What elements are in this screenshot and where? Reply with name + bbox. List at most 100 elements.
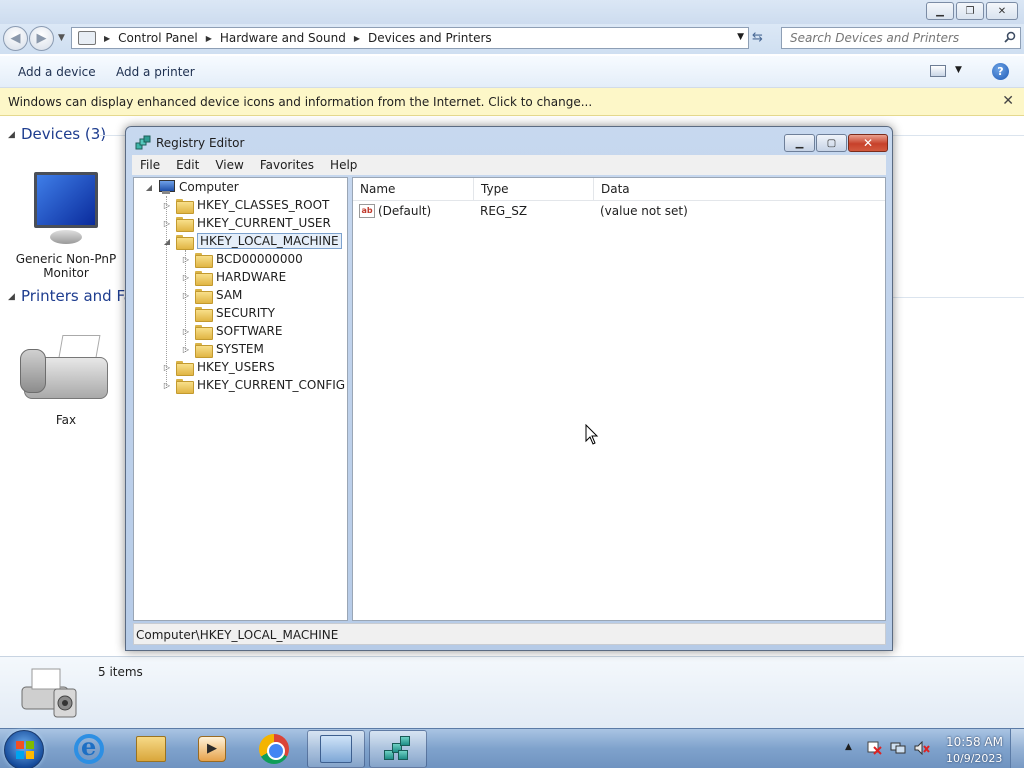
column-header-data[interactable]: Data bbox=[594, 178, 884, 200]
tree-node-bcd00000000[interactable]: ▷ BCD00000000 bbox=[181, 250, 303, 268]
menu-edit[interactable]: Edit bbox=[168, 158, 207, 172]
collapse-arrow-icon[interactable]: ◢ bbox=[144, 183, 154, 192]
tree-node-hardware[interactable]: ▷ HARDWARE bbox=[181, 268, 286, 286]
search-input[interactable] bbox=[790, 31, 990, 45]
clock-date[interactable]: 10/9/2023 bbox=[946, 752, 1002, 765]
search-icon[interactable] bbox=[1004, 31, 1016, 43]
minimize-button[interactable]: ▁ bbox=[784, 134, 815, 152]
tree-node-label: SAM bbox=[216, 288, 243, 302]
breadcrumb-separator-icon[interactable]: ▶ bbox=[206, 34, 212, 43]
folder-icon bbox=[136, 736, 166, 762]
computer-icon bbox=[158, 180, 175, 194]
minimize-button[interactable]: ▁ bbox=[926, 2, 954, 20]
taskbar-control-panel[interactable] bbox=[307, 730, 365, 768]
collapse-triangle-icon[interactable]: ◢ bbox=[8, 130, 15, 140]
tree-node-security[interactable]: SECURITY bbox=[181, 304, 275, 322]
collapse-triangle-icon[interactable]: ◢ bbox=[8, 292, 15, 302]
expand-arrow-icon[interactable]: ▷ bbox=[181, 291, 191, 300]
tree-node-hkey-current-user[interactable]: ▷ HKEY_CURRENT_USER bbox=[162, 214, 331, 232]
address-bar[interactable]: ▶ Control Panel ▶ Hardware and Sound ▶ D… bbox=[71, 27, 749, 49]
taskbar-internet-explorer[interactable] bbox=[60, 730, 118, 768]
menu-help[interactable]: Help bbox=[322, 158, 365, 172]
collapse-arrow-icon[interactable]: ◢ bbox=[162, 237, 172, 246]
back-button[interactable]: ◀ bbox=[3, 26, 28, 51]
breadcrumb-hardware-and-sound[interactable]: Hardware and Sound bbox=[220, 31, 346, 45]
tree-node-hkey-local-machine[interactable]: ◢ HKEY_LOCAL_MACHINE bbox=[162, 232, 342, 250]
network-icon[interactable] bbox=[890, 741, 906, 755]
action-center-icon[interactable] bbox=[866, 741, 882, 755]
forward-button[interactable]: ▶ bbox=[29, 26, 54, 51]
value-row-data[interactable]: (value not set) bbox=[600, 204, 688, 218]
command-bar: Add a device Add a printer ▼ ? bbox=[0, 56, 1024, 88]
value-row-type[interactable]: REG_SZ bbox=[480, 204, 527, 218]
taskbar-registry-editor[interactable] bbox=[369, 730, 427, 768]
breadcrumb-separator-icon[interactable]: ▶ bbox=[354, 34, 360, 43]
clock-time[interactable]: 10:58 AM bbox=[946, 735, 1003, 749]
restore-button[interactable]: ❐ bbox=[956, 2, 984, 20]
value-type: REG_SZ bbox=[480, 204, 528, 218]
expand-arrow-icon[interactable]: ▷ bbox=[181, 327, 191, 336]
registry-values-pane[interactable]: Name Type Data ab (Default) REG_SZ (valu… bbox=[352, 177, 886, 621]
taskbar-media-player[interactable] bbox=[183, 730, 241, 768]
tree-node-software[interactable]: ▷ SOFTWARE bbox=[181, 322, 282, 340]
taskbar-windows-explorer[interactable] bbox=[122, 730, 180, 768]
device-item[interactable]: Generic Non-PnP Monitor bbox=[14, 172, 118, 280]
information-bar-text[interactable]: Windows can display enhanced device icon… bbox=[8, 95, 592, 109]
address-dropdown-icon[interactable]: ▼ bbox=[737, 32, 744, 42]
show-desktop-button[interactable] bbox=[1010, 729, 1024, 768]
add-printer-button[interactable]: Add a printer bbox=[116, 65, 195, 79]
tree-node-sam[interactable]: ▷ SAM bbox=[181, 286, 242, 304]
help-icon[interactable]: ? bbox=[992, 63, 1009, 80]
folder-icon bbox=[176, 360, 194, 376]
menu-favorites[interactable]: Favorites bbox=[252, 158, 322, 172]
maximize-button[interactable]: ▢ bbox=[816, 134, 847, 152]
information-bar-close-icon[interactable]: ✕ bbox=[1002, 93, 1014, 109]
tree-node-hkey-users[interactable]: ▷ HKEY_USERS bbox=[162, 358, 275, 376]
information-bar[interactable]: Windows can display enhanced device icon… bbox=[0, 88, 1024, 116]
tree-node-system[interactable]: ▷ SYSTEM bbox=[181, 340, 264, 358]
close-button[interactable]: ✕ bbox=[848, 134, 888, 152]
printer-label: Fax bbox=[55, 413, 77, 427]
expand-arrow-icon[interactable]: ▷ bbox=[181, 255, 191, 264]
start-button[interactable] bbox=[4, 730, 44, 768]
taskbar-chrome[interactable] bbox=[245, 730, 303, 768]
breadcrumb-separator-icon[interactable]: ▶ bbox=[104, 34, 110, 43]
printer-item[interactable]: Fax bbox=[14, 335, 118, 427]
expand-arrow-icon[interactable]: ▷ bbox=[162, 381, 172, 390]
expand-arrow-icon[interactable]: ▷ bbox=[181, 273, 191, 282]
expand-arrow-icon[interactable]: ▷ bbox=[162, 201, 172, 210]
breadcrumb-devices-and-printers[interactable]: Devices and Printers bbox=[368, 31, 492, 45]
menu-view[interactable]: View bbox=[207, 158, 251, 172]
change-view-icon[interactable] bbox=[930, 65, 946, 77]
column-header-type[interactable]: Type bbox=[474, 178, 594, 200]
folder-icon bbox=[195, 288, 213, 304]
expand-arrow-icon[interactable]: ▷ bbox=[162, 219, 172, 228]
ab-string-icon: ab bbox=[359, 204, 375, 218]
value-row-name[interactable]: ab (Default) bbox=[359, 204, 431, 218]
folder-icon bbox=[176, 378, 194, 394]
folder-icon bbox=[195, 252, 213, 268]
tree-node-computer[interactable]: ◢ Computer bbox=[144, 178, 239, 196]
close-button[interactable]: ✕ bbox=[986, 2, 1018, 20]
tree-node-hkey-classes-root[interactable]: ▷ HKEY_CLASSES_ROOT bbox=[162, 196, 329, 214]
devices-group-header[interactable]: ◢ Devices (3) bbox=[8, 125, 106, 143]
column-header-row: Name Type Data bbox=[353, 178, 885, 201]
mouse-pointer-icon bbox=[585, 424, 599, 445]
registry-tree-pane[interactable]: ◢ Computer ▷ HKEY_CLASSES_ROOT ▷ HKEY_CU… bbox=[133, 177, 348, 621]
add-device-button[interactable]: Add a device bbox=[18, 65, 96, 79]
registry-editor-app-icon bbox=[135, 135, 151, 150]
folder-icon bbox=[176, 198, 194, 214]
volume-muted-icon[interactable] bbox=[914, 741, 930, 755]
menu-file[interactable]: File bbox=[132, 158, 168, 172]
column-header-name[interactable]: Name bbox=[353, 178, 474, 200]
folder-icon bbox=[195, 270, 213, 286]
search-box[interactable] bbox=[781, 27, 1021, 49]
recent-pages-dropdown[interactable]: ▼ bbox=[58, 33, 65, 43]
expand-arrow-icon[interactable]: ▷ bbox=[181, 345, 191, 354]
expand-arrow-icon[interactable]: ▷ bbox=[162, 363, 172, 372]
tree-node-hkey-current-config[interactable]: ▷ HKEY_CURRENT_CONFIG bbox=[162, 376, 345, 394]
refresh-icon[interactable]: ⇆ bbox=[752, 30, 763, 45]
view-options-dropdown[interactable]: ▼ bbox=[955, 65, 962, 75]
breadcrumb-control-panel[interactable]: Control Panel bbox=[118, 31, 198, 45]
show-hidden-icons-arrow-icon[interactable]: ▲ bbox=[845, 742, 852, 752]
